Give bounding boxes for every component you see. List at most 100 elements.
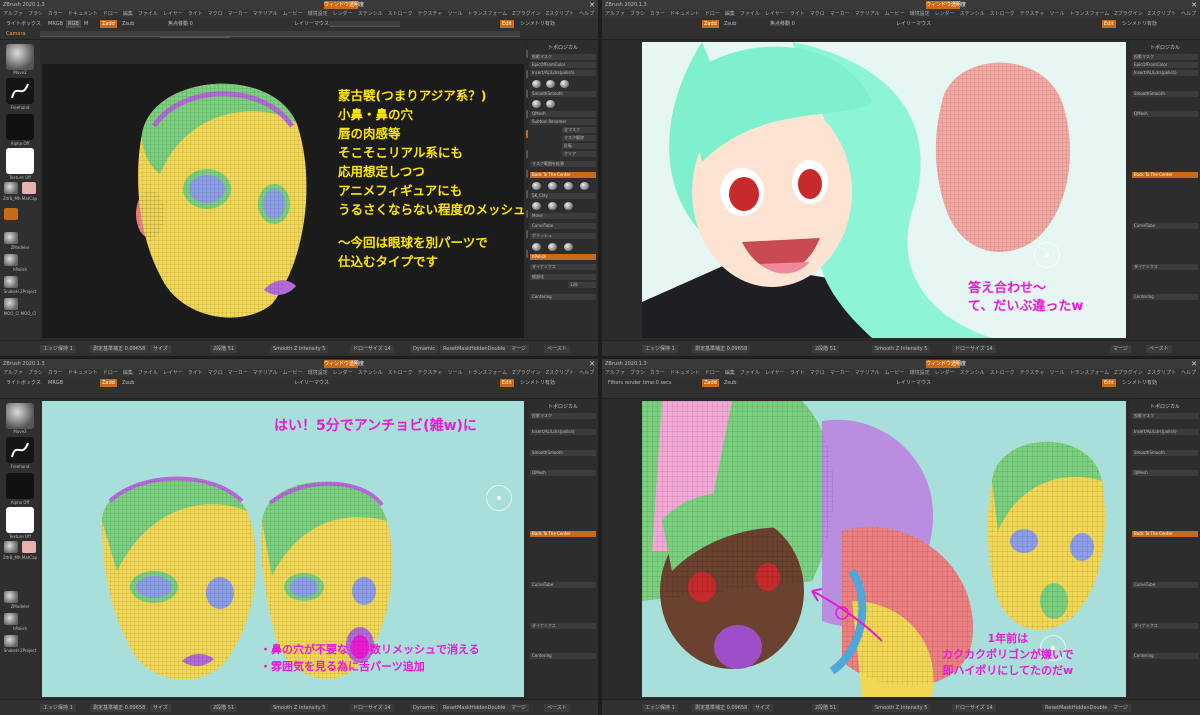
merge-button[interactable]: マージ: [508, 345, 529, 353]
panel-item[interactable]: Insert/AL/Ldrs(polish): [530, 70, 596, 76]
m-button[interactable]: M: [82, 20, 90, 28]
alpha-thumbnail[interactable]: [6, 114, 34, 140]
edge-keep-slider[interactable]: エッジ保持 1: [642, 345, 678, 353]
subdiv-value[interactable]: 128: [568, 282, 596, 288]
paste-button[interactable]: ペースト: [544, 704, 570, 712]
zmodeler-icon[interactable]: [4, 232, 18, 244]
close-icon[interactable]: ✕: [589, 359, 595, 369]
panel-item[interactable]: EpicOfFromColor: [1132, 62, 1198, 68]
zsub-button[interactable]: Zsub: [722, 379, 738, 387]
brush-ball-icon[interactable]: [564, 243, 573, 251]
panel-item[interactable]: Centering: [1132, 653, 1198, 659]
panel-item[interactable]: Back To The Center: [1132, 531, 1198, 537]
lightbox-button[interactable]: ライトボックス: [4, 20, 43, 28]
panel-item[interactable]: QMesh: [530, 111, 596, 117]
brush-ball-icon[interactable]: [546, 100, 555, 108]
tool-icon[interactable]: [4, 208, 18, 220]
snake-icon[interactable]: [4, 635, 18, 647]
precision-slider[interactable]: 測定基準補正 0.09658: [90, 345, 149, 353]
close-icon[interactable]: ✕: [1191, 0, 1197, 10]
color-swatch-icon[interactable]: [22, 182, 36, 194]
edit-button[interactable]: Edit: [500, 20, 514, 28]
edge-keep-slider[interactable]: エッジ保持 1: [40, 345, 76, 353]
brush-ball-icon[interactable]: [560, 80, 569, 88]
panel-item[interactable]: hPolish: [530, 254, 596, 260]
panel-item[interactable]: ダイナミクス: [530, 623, 596, 629]
panel-item[interactable]: SmoothSmooth: [1132, 450, 1198, 456]
edit-button[interactable]: Edit: [500, 379, 514, 387]
panel-item[interactable]: Centering: [530, 294, 596, 300]
brush-ball-icon[interactable]: [532, 202, 541, 210]
window-transparency-button[interactable]: ウィンドウ透明度: [926, 360, 966, 368]
brush-ball-icon[interactable]: [532, 243, 541, 251]
precision-slider[interactable]: 測定基準補正 0.09658: [90, 704, 149, 712]
ray-mouse-label[interactable]: レイリーマウス: [292, 379, 331, 387]
alpha-thumbnail[interactable]: [6, 473, 34, 499]
reset-mask-button[interactable]: ResetMaskHiddenDouble: [1042, 704, 1111, 712]
mask-clear-button[interactable]: マスク解除: [562, 135, 596, 141]
size-slider[interactable]: サイズ: [150, 704, 171, 712]
mrgb-button[interactable]: MRGB: [46, 379, 65, 387]
panel-item[interactable]: Insert/AL/Ldrs(polish): [1132, 429, 1198, 435]
panel-item[interactable]: QMesh: [1132, 470, 1198, 476]
brush-thumbnail[interactable]: [6, 403, 34, 429]
menu-bar[interactable]: アルファ ブラシ カラー ドキュメント ドロー 編集 ファイル レイヤー ライト…: [602, 10, 1200, 18]
close-icon[interactable]: ✕: [589, 0, 595, 10]
panel-item[interactable]: CurveTube: [530, 582, 596, 588]
window-transparency-button[interactable]: ウィンドウ透明度: [324, 360, 364, 368]
stroke-thumbnail[interactable]: [6, 437, 34, 463]
panel-item[interactable]: マスク範囲を拡張: [530, 161, 596, 167]
mrgb-button[interactable]: MRGB: [46, 20, 65, 28]
hpolish-icon[interactable]: [4, 254, 18, 266]
panel-item[interactable]: SmoothSmooth: [530, 91, 596, 97]
lightbox-button[interactable]: ライトボックス: [4, 379, 43, 387]
merge-button[interactable]: マージ: [1110, 704, 1131, 712]
merge-button[interactable]: マージ: [508, 704, 529, 712]
clear-button[interactable]: クリア: [562, 151, 596, 157]
draw-size-slider[interactable]: ドローサイズ 14: [350, 704, 394, 712]
draw-size-slider[interactable]: ドローサイズ 14: [952, 345, 996, 353]
invert-button[interactable]: 反転: [562, 143, 596, 149]
zsub-button[interactable]: Zsub: [722, 20, 738, 28]
panel-item[interactable]: Centering: [1132, 294, 1198, 300]
reset-mask-button[interactable]: ResetMaskHiddenDouble: [440, 704, 509, 712]
panel-item[interactable]: Back To The Center: [530, 172, 596, 178]
window-transparency-button[interactable]: ウィンドウ透明度: [324, 1, 364, 9]
panel-item[interactable]: CurveTube: [1132, 223, 1198, 229]
panel-item[interactable]: Subtool Renamer: [530, 119, 596, 125]
menu-bar[interactable]: アルファ ブラシ カラー ドキュメント ドロー 編集 ファイル レイヤー ライト…: [0, 10, 598, 18]
panel-item[interactable]: Centering: [530, 653, 596, 659]
material-icon[interactable]: [4, 182, 18, 194]
zadd-button[interactable]: Zadd: [702, 379, 719, 387]
size-slider[interactable]: サイズ: [752, 704, 773, 712]
intensity-slider-track[interactable]: [330, 21, 400, 27]
brush-ball-icon[interactable]: [564, 182, 573, 190]
level-slider[interactable]: 2段階 51: [210, 345, 238, 353]
panel-item[interactable]: QMesh: [1132, 111, 1198, 117]
draw-size-slider[interactable]: ドローサイズ 14: [952, 704, 996, 712]
brush-ball-icon[interactable]: [548, 243, 557, 251]
panel-item[interactable]: Back To The Center: [1132, 172, 1198, 178]
panel-item[interactable]: EpicOfFromColor: [530, 62, 596, 68]
3d-viewport[interactable]: 蒙古襞(つまりアジア系？) 小鼻・鼻の穴 唇の肉感等 そこそこリアル系にも 応用…: [42, 64, 524, 338]
panel-item[interactable]: Insert/AL/Ldrs(polish): [530, 429, 596, 435]
stroke-thumbnail[interactable]: [6, 78, 34, 104]
edit-button[interactable]: Edit: [1102, 379, 1116, 387]
panel-item[interactable]: ダイナミクス: [1132, 264, 1198, 270]
rgb-button[interactable]: RGB: [66, 20, 81, 28]
symmetry-button[interactable]: シンメトリ有効: [1120, 20, 1159, 28]
3d-viewport[interactable]: 1年前は カクカクポリゴンが嫌いで 即ハイポリにしてたのだw: [642, 401, 1126, 697]
panel-item[interactable]: 投影マスク: [1132, 54, 1198, 60]
focal-shift-slider[interactable]: 焦点移動 0: [166, 20, 195, 28]
paste-button[interactable]: ペースト: [544, 345, 570, 353]
symmetry-button[interactable]: シンメトリ有効: [1120, 379, 1159, 387]
timeline-track[interactable]: [40, 31, 520, 37]
level-slider[interactable]: 2段階 51: [812, 704, 840, 712]
smooth-slider[interactable]: Smooth Z Intensity 5: [872, 345, 931, 353]
merge-button[interactable]: マージ: [1110, 345, 1131, 353]
zsub-button[interactable]: Zsub: [120, 20, 136, 28]
brush-thumbnail[interactable]: [6, 44, 34, 70]
brush-ball-icon[interactable]: [580, 182, 589, 190]
script-label[interactable]: Dynamic: [410, 345, 439, 353]
menu-bar[interactable]: アルファ ブラシ カラー ドキュメント ドロー 編集 ファイル レイヤー ライト…: [602, 369, 1200, 377]
